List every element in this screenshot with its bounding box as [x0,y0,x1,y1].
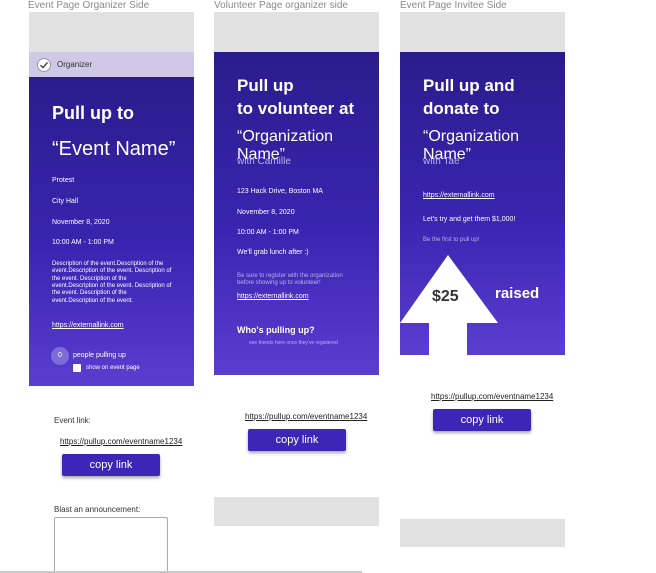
event-date: November 8, 2020 [52,219,110,226]
frame-label-organizer: Event Page Organizer Side [28,0,150,11]
page-title-line2: donate to [423,99,500,118]
organizer-hero: Pull up to “Event Name” Protest City Hal… [29,77,194,386]
show-on-page-label: show on event page [86,365,140,371]
event-time: 10:00 AM - 1:00 PM [52,239,114,246]
volunteer-card: Pull up to volunteer at “Organization Na… [214,52,379,497]
external-link[interactable]: https://externallink.com [237,293,309,300]
people-pulling-up-label: people pulling up [73,352,126,359]
be-first-note: Be the first to pull up! [423,237,480,243]
page-title-line2: to volunteer at [237,99,355,118]
copy-link-button[interactable]: copy link [62,454,160,476]
who-pulling-up-heading: Who's pulling up? [237,325,315,335]
event-name-title: “Event Name” [52,138,176,160]
page-title-line1: Pull up to [52,103,134,123]
with-host: with Camille [237,156,291,167]
register-note: Be sure to register with the organizatio… [237,273,343,287]
event-address: 123 Hack Drive, Boston MA [237,188,323,195]
event-link[interactable]: https://pullup.com/eventname1234 [60,437,182,446]
event-link[interactable]: https://pullup.com/eventname1234 [431,392,553,401]
frame-label-volunteer: Volunteer Page organizer side [214,0,348,11]
announcement-textarea[interactable] [54,517,168,573]
people-count-avatar: 0 [51,347,69,365]
with-host: with Tae [423,156,460,167]
donation-goal: Let's try and get them $1,000! [423,216,516,223]
volunteer-hero: Pull up to volunteer at “Organization Na… [214,52,379,375]
organizer-badge-label: Organizer [57,60,93,69]
check-icon[interactable] [37,58,51,72]
invitee-card: Pull up and donate to “Organization Name… [400,52,565,519]
copy-link-button[interactable]: copy link [433,409,531,431]
organizer-card-header-space [29,12,194,52]
blast-announcement-label: Blast an announcement: [54,505,141,514]
show-on-page-checkbox[interactable] [73,364,81,372]
arrow-up-icon [400,255,498,355]
page-title-line1: Pull up [237,76,294,95]
event-link[interactable]: https://pullup.com/eventname1234 [245,412,367,421]
copy-link-button[interactable]: copy link [248,429,346,451]
raised-label: raised [495,285,540,302]
raised-amount: $25 [432,288,459,305]
event-type: Protest [52,177,75,184]
organizer-badge-bar [29,52,194,77]
frame-label-invitee: Event Page Invitee Side [400,0,507,11]
event-date: November 8, 2020 [237,209,295,216]
invitee-hero: Pull up and donate to “Organization Name… [400,52,565,355]
organizer-event-card: Organizer Pull up to “Event Name” Protes… [29,12,194,573]
event-link-label: Event link: [54,416,91,425]
external-link[interactable]: https://externallink.com [52,322,124,329]
event-time: 10:00 AM - 1:00 PM [237,229,299,236]
event-description: Description of the event.Description of … [52,261,172,304]
page-title-line1: Pull up and [423,76,515,95]
event-note: We'll grab lunch after :) [237,249,309,256]
event-location: City Hall [52,198,79,205]
who-pulling-up-sub: see friends here once they've registered [249,340,338,346]
external-link[interactable]: https://externallink.com [423,192,495,199]
